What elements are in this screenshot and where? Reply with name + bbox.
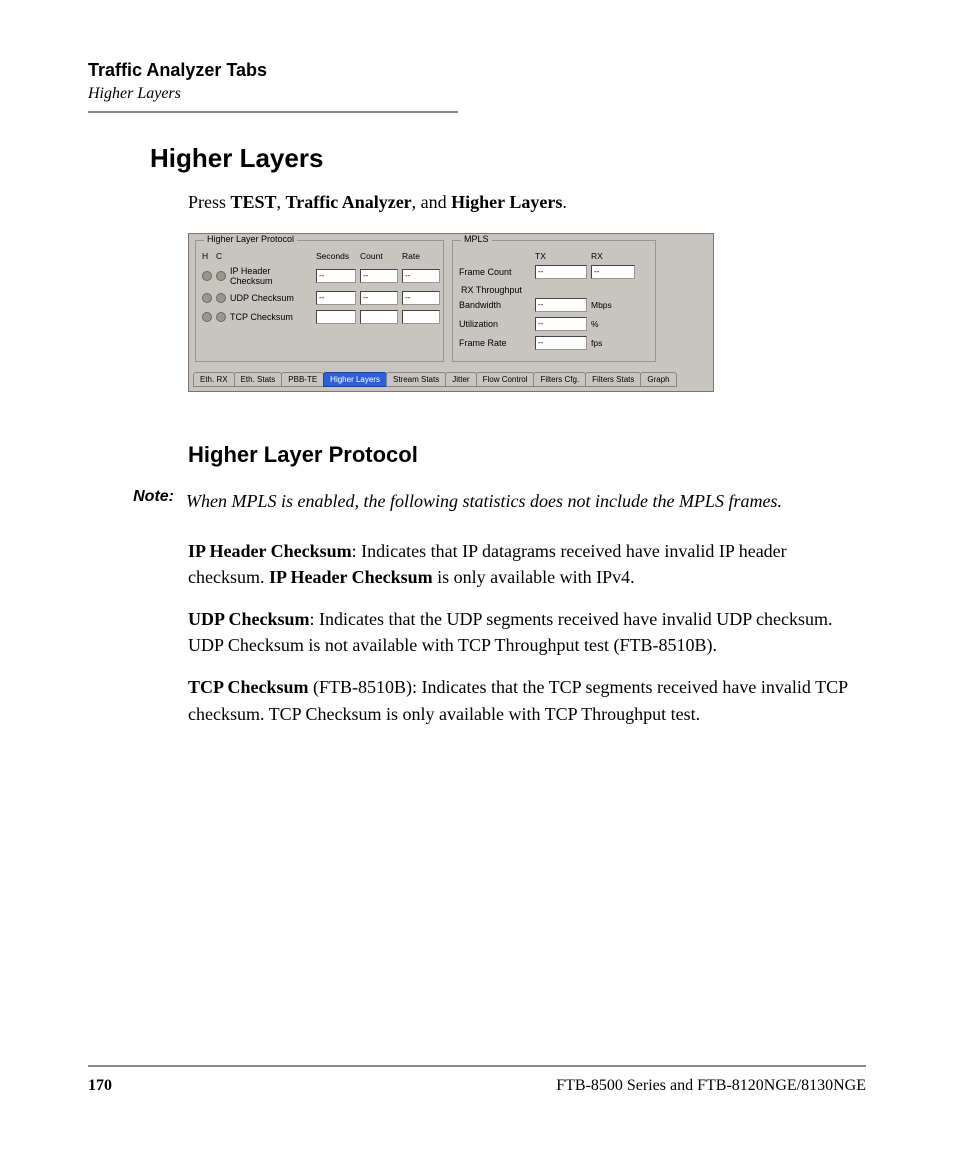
tab-bar: Eth. RX Eth. Stats PBB-TE Higher Layers …: [189, 372, 713, 391]
intro-higher: Higher Layers: [451, 192, 562, 212]
tab-flow-control[interactable]: Flow Control: [476, 372, 535, 387]
unit-mbps: Mbps: [591, 300, 635, 310]
row-label: UDP Checksum: [230, 293, 312, 303]
intro-test: TEST: [231, 192, 277, 212]
term-ip-header-checksum-2: IP Header Checksum: [269, 567, 433, 587]
subheading: Higher Layer Protocol: [188, 442, 866, 468]
label-frame-rate: Frame Rate: [459, 338, 531, 348]
page-section: Higher Layers: [88, 85, 866, 103]
led-icon: [216, 271, 226, 281]
tab-eth-rx[interactable]: Eth. RX: [193, 372, 235, 387]
unit-fps: fps: [591, 338, 635, 348]
product-line: FTB-8500 Series and FTB-8120NGE/8130NGE: [556, 1077, 866, 1095]
term-ip-header-checksum: IP Header Checksum: [188, 541, 352, 561]
col-h: H: [202, 251, 212, 261]
row-ip-header-checksum: IP Header Checksum -- -- --: [202, 266, 437, 286]
cell-tx: --: [535, 265, 587, 279]
cell-seconds: [316, 310, 356, 324]
label-utilization: Utilization: [459, 319, 531, 329]
tab-filters-cfg[interactable]: Filters Cfg.: [533, 372, 586, 387]
row-frame-count: Frame Count -- --: [459, 265, 649, 279]
group-legend-mpls: MPLS: [461, 234, 492, 244]
col-count: Count: [360, 251, 398, 261]
row-bandwidth: Bandwidth -- Mbps: [459, 298, 649, 312]
page-chapter: Traffic Analyzer Tabs: [88, 60, 866, 81]
text-span: is only available with IPv4.: [433, 567, 635, 587]
tab-higher-layers[interactable]: Higher Layers: [323, 372, 387, 387]
footer-divider: [88, 1065, 866, 1067]
cell-rx: --: [591, 265, 635, 279]
tab-eth-stats[interactable]: Eth. Stats: [234, 372, 283, 387]
row-utilization: Utilization -- %: [459, 317, 649, 331]
row-frame-rate: Frame Rate -- fps: [459, 336, 649, 350]
tab-graph[interactable]: Graph: [640, 372, 676, 387]
col-rx: RX: [591, 251, 635, 261]
led-icon: [202, 271, 212, 281]
cell-count: --: [360, 291, 398, 305]
paragraph-udp-checksum: UDP Checksum: Indicates that the UDP seg…: [188, 606, 866, 658]
intro-sep1: ,: [277, 192, 286, 212]
col-c: C: [216, 251, 226, 261]
tab-stream-stats[interactable]: Stream Stats: [386, 372, 446, 387]
cell-rate: [402, 310, 440, 324]
cell-seconds: --: [316, 269, 356, 283]
cell-count: [360, 310, 398, 324]
paragraph-tcp-checksum: TCP Checksum (FTB-8510B): Indicates that…: [188, 674, 866, 726]
led-icon: [216, 293, 226, 303]
cell-utilization: --: [535, 317, 587, 331]
label-frame-count: Frame Count: [459, 267, 531, 277]
page-footer: 170 FTB-8500 Series and FTB-8120NGE/8130…: [88, 1065, 866, 1095]
cell-rate: --: [402, 291, 440, 305]
note-block: Note: When MPLS is enabled, the followin…: [118, 488, 866, 514]
group-legend-hlp: Higher Layer Protocol: [204, 234, 297, 244]
intro-pre: Press: [188, 192, 231, 212]
page-number: 170: [88, 1077, 112, 1095]
tab-filters-stats[interactable]: Filters Stats: [585, 372, 641, 387]
group-mpls: MPLS TX RX Frame Count -- -- RX Throughp…: [452, 240, 656, 362]
cell-seconds: --: [316, 291, 356, 305]
led-icon: [202, 312, 212, 322]
cell-frame-rate: --: [535, 336, 587, 350]
row-tcp-checksum: TCP Checksum: [202, 310, 437, 324]
cell-bandwidth: --: [535, 298, 587, 312]
intro-traffic: Traffic Analyzer: [286, 192, 412, 212]
header-divider: [88, 111, 458, 113]
tab-pbb-te[interactable]: PBB-TE: [281, 372, 324, 387]
cell-count: --: [360, 269, 398, 283]
note-body: When MPLS is enabled, the following stat…: [186, 488, 782, 514]
intro-text: Press TEST, Traffic Analyzer, and Higher…: [188, 192, 866, 213]
led-icon: [216, 312, 226, 322]
intro-post: .: [562, 192, 567, 212]
row-label: TCP Checksum: [230, 312, 312, 322]
page-title: Higher Layers: [150, 143, 866, 174]
tab-jitter[interactable]: Jitter: [445, 372, 476, 387]
term-tcp-checksum: TCP Checksum: [188, 677, 309, 697]
note-label: Note:: [118, 488, 174, 514]
cell-rate: --: [402, 269, 440, 283]
intro-sep2: , and: [412, 192, 452, 212]
col-rate: Rate: [402, 251, 440, 261]
col-seconds: Seconds: [316, 251, 356, 261]
label-bandwidth: Bandwidth: [459, 300, 531, 310]
led-icon: [202, 293, 212, 303]
col-tx: TX: [535, 251, 587, 261]
label-rx-throughput: RX Throughput: [461, 285, 649, 295]
paragraph-ip-header-checksum: IP Header Checksum: Indicates that IP da…: [188, 538, 866, 590]
group-higher-layer-protocol: Higher Layer Protocol H C Seconds Count …: [195, 240, 444, 362]
unit-percent: %: [591, 319, 635, 329]
ui-screenshot: Higher Layer Protocol H C Seconds Count …: [188, 233, 714, 392]
row-label: IP Header Checksum: [230, 266, 312, 286]
row-udp-checksum: UDP Checksum -- -- --: [202, 291, 437, 305]
term-udp-checksum: UDP Checksum: [188, 609, 310, 629]
